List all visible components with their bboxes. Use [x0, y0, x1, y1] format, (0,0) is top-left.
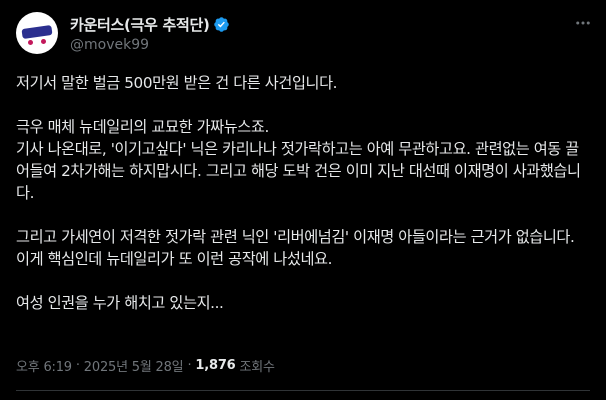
tweet-paragraph: 저기서 말한 벌금 500만원 받은 건 다른 사건입니다. [16, 74, 338, 92]
tweet-paragraph: 극우 매체 뉴데일리의 교묘한 가짜뉴스죠. 기사 나온대로, '이기고싶다' … [16, 118, 581, 202]
tweet-meta: 오후 6:19 · 2025년 5월 28일 · 1,876 조회수 [16, 356, 275, 375]
more-icon[interactable] [574, 14, 592, 36]
avatar-eye-right [41, 39, 46, 44]
views-count[interactable]: 1,876 [195, 358, 235, 373]
verified-badge-icon[interactable] [213, 16, 230, 33]
author-names: 카운터스(극우 추적단) @movek99 [70, 14, 230, 53]
meta-separator: · [75, 358, 80, 373]
avatar-eye-left [28, 40, 33, 45]
author-handle[interactable]: @movek99 [70, 37, 230, 53]
display-name[interactable]: 카운터스(극우 추적단) [70, 14, 210, 35]
post-date[interactable]: 2025년 5월 28일 [84, 356, 184, 375]
tweet-text: 저기서 말한 벌금 500만원 받은 건 다른 사건입니다. 극우 매체 뉴데일… [16, 72, 592, 314]
post-time[interactable]: 오후 6:19 [16, 356, 72, 375]
views-label: 조회수 [239, 360, 275, 375]
tweet-header: 카운터스(극우 추적단) @movek99 [16, 12, 230, 54]
tweet: 카운터스(극우 추적단) @movek99 저기서 말한 벌금 500만원 받은… [0, 0, 606, 400]
tweet-paragraph: 여성 인권을 누가 해치고 있는지... [16, 294, 224, 312]
meta-separator: · [187, 358, 192, 373]
avatar[interactable] [16, 12, 58, 54]
divider [16, 390, 590, 391]
more-dots-icon [576, 21, 590, 25]
avatar-headband [21, 24, 53, 40]
display-name-row: 카운터스(극우 추적단) [70, 14, 230, 35]
tweet-paragraph: 그리고 가세연이 저격한 젓가락 관련 닉인 '리버에넘김' 이재명 아들이라는… [16, 228, 579, 268]
